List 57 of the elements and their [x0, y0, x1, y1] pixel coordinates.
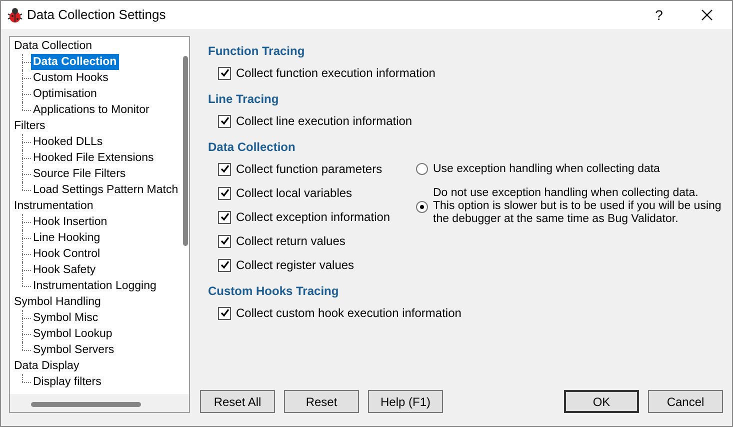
tree-item[interactable]: Hook Control — [32, 246, 102, 262]
window-title: Data Collection Settings — [27, 6, 166, 24]
section-heading: Function Tracing — [208, 43, 306, 60]
checkbox[interactable] — [218, 162, 231, 176]
help-button[interactable]: ? — [636, 1, 682, 29]
tree-item[interactable]: Custom Hooks — [32, 70, 110, 86]
radio-label: Do not use exception handling when collecting data. This option is slower but is to be used if you will be using the debugger at the same time as Bug Validator. — [433, 187, 722, 226]
checkbox[interactable] — [218, 306, 231, 320]
tree-item[interactable]: Applications to Monitor — [32, 102, 150, 118]
checkbox-label: Collect register values — [236, 257, 354, 274]
section-heading: Custom Hooks Tracing — [208, 283, 340, 300]
tree-item[interactable]: Hooked DLLs — [32, 134, 104, 150]
radio-label: Use exception handling when collecting data — [433, 162, 661, 176]
checkbox[interactable] — [218, 114, 231, 128]
dialog-button[interactable]: Help (F1) — [368, 390, 443, 413]
tree-item[interactable]: Hook Insertion — [32, 214, 108, 230]
vertical-scrollbar-thumb[interactable] — [183, 56, 188, 246]
dialog-button[interactable]: Cancel — [648, 390, 723, 413]
horizontal-scrollbar-thumb[interactable] — [31, 402, 141, 407]
dialog-button[interactable]: OK — [564, 390, 639, 413]
tree-item[interactable]: Hooked File Extensions — [32, 150, 155, 166]
tree-item[interactable]: Symbol Servers — [32, 342, 116, 358]
checkbox[interactable] — [218, 66, 231, 80]
tree-item[interactable]: Symbol Misc — [32, 310, 100, 326]
checkbox[interactable] — [218, 234, 231, 248]
checkbox-label: Collect local variables — [236, 185, 352, 202]
close-icon — [701, 9, 713, 21]
checkbox-label: Collect custom hook execution information — [236, 305, 462, 322]
tree-item[interactable]: Instrumentation — [13, 198, 94, 214]
tree-item[interactable]: Hook Safety — [32, 262, 97, 278]
tree-item[interactable]: Display filters — [32, 374, 102, 390]
checkbox-label: Collect function execution information — [236, 65, 436, 82]
checkbox[interactable] — [218, 186, 231, 200]
dialog-button[interactable]: Reset All — [200, 390, 275, 413]
tree-item[interactable]: Line Hooking — [32, 230, 102, 246]
radio-button[interactable] — [416, 200, 428, 212]
bug-icon — [7, 7, 23, 23]
tree-item[interactable]: Data Collection — [31, 54, 119, 70]
checkbox[interactable] — [218, 210, 231, 224]
checkbox-label: Collect exception information — [236, 209, 390, 226]
tree-item[interactable]: Data Collection — [13, 38, 93, 54]
tree-item[interactable]: Source File Filters — [32, 166, 127, 182]
checkbox-label: Collect line execution information — [236, 113, 412, 130]
checkbox-label: Collect return values — [236, 233, 346, 250]
tree-item[interactable]: Load Settings Pattern Match — [32, 182, 180, 198]
tree-item[interactable]: Filters — [13, 118, 46, 134]
tree-item[interactable]: Data Display — [13, 358, 80, 374]
tree-item[interactable]: Symbol Handling — [13, 294, 102, 310]
section-heading: Data Collection — [208, 139, 296, 156]
dialog-button[interactable]: Reset — [284, 390, 359, 413]
tree-item[interactable]: Symbol Lookup — [32, 326, 114, 342]
section-heading: Line Tracing — [208, 91, 280, 108]
checkbox-label: Collect function parameters — [236, 161, 382, 178]
radio-button[interactable] — [416, 163, 428, 175]
tree-item[interactable]: Instrumentation Logging — [32, 278, 158, 294]
checkbox[interactable] — [218, 258, 231, 272]
tree-item[interactable]: Optimisation — [32, 86, 98, 102]
